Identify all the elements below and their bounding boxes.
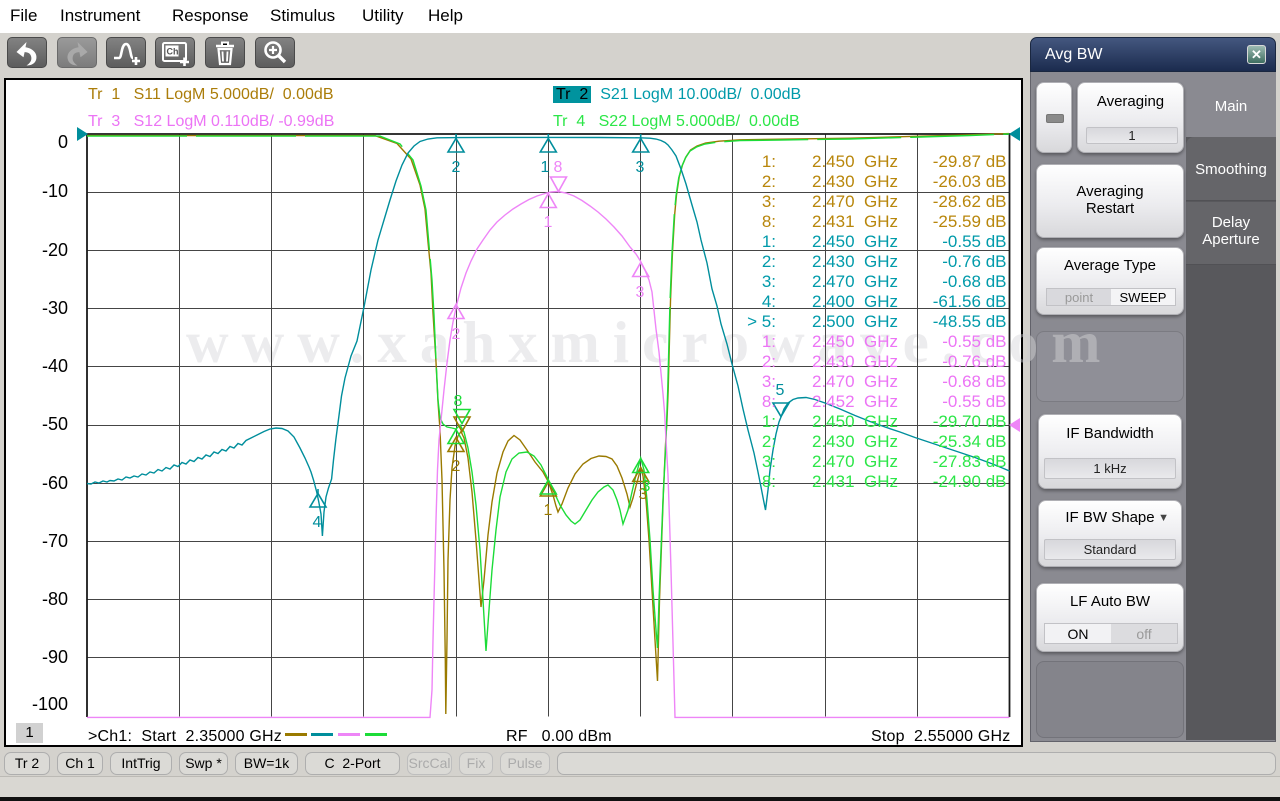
svg-text:8: 8 bbox=[554, 159, 563, 176]
svg-text:2: 2 bbox=[452, 326, 461, 343]
svg-text:3: 3 bbox=[636, 159, 645, 176]
svg-text:8: 8 bbox=[454, 393, 463, 410]
svg-text:2: 2 bbox=[452, 458, 461, 475]
svg-text:3: 3 bbox=[636, 284, 645, 301]
svg-text:1: 1 bbox=[541, 159, 550, 176]
svg-text:3: 3 bbox=[642, 478, 651, 495]
svg-text:5: 5 bbox=[776, 382, 785, 399]
svg-text:1: 1 bbox=[544, 214, 553, 231]
svg-text:1: 1 bbox=[544, 502, 553, 519]
svg-text:2: 2 bbox=[452, 159, 461, 176]
svg-text:4: 4 bbox=[313, 514, 322, 531]
